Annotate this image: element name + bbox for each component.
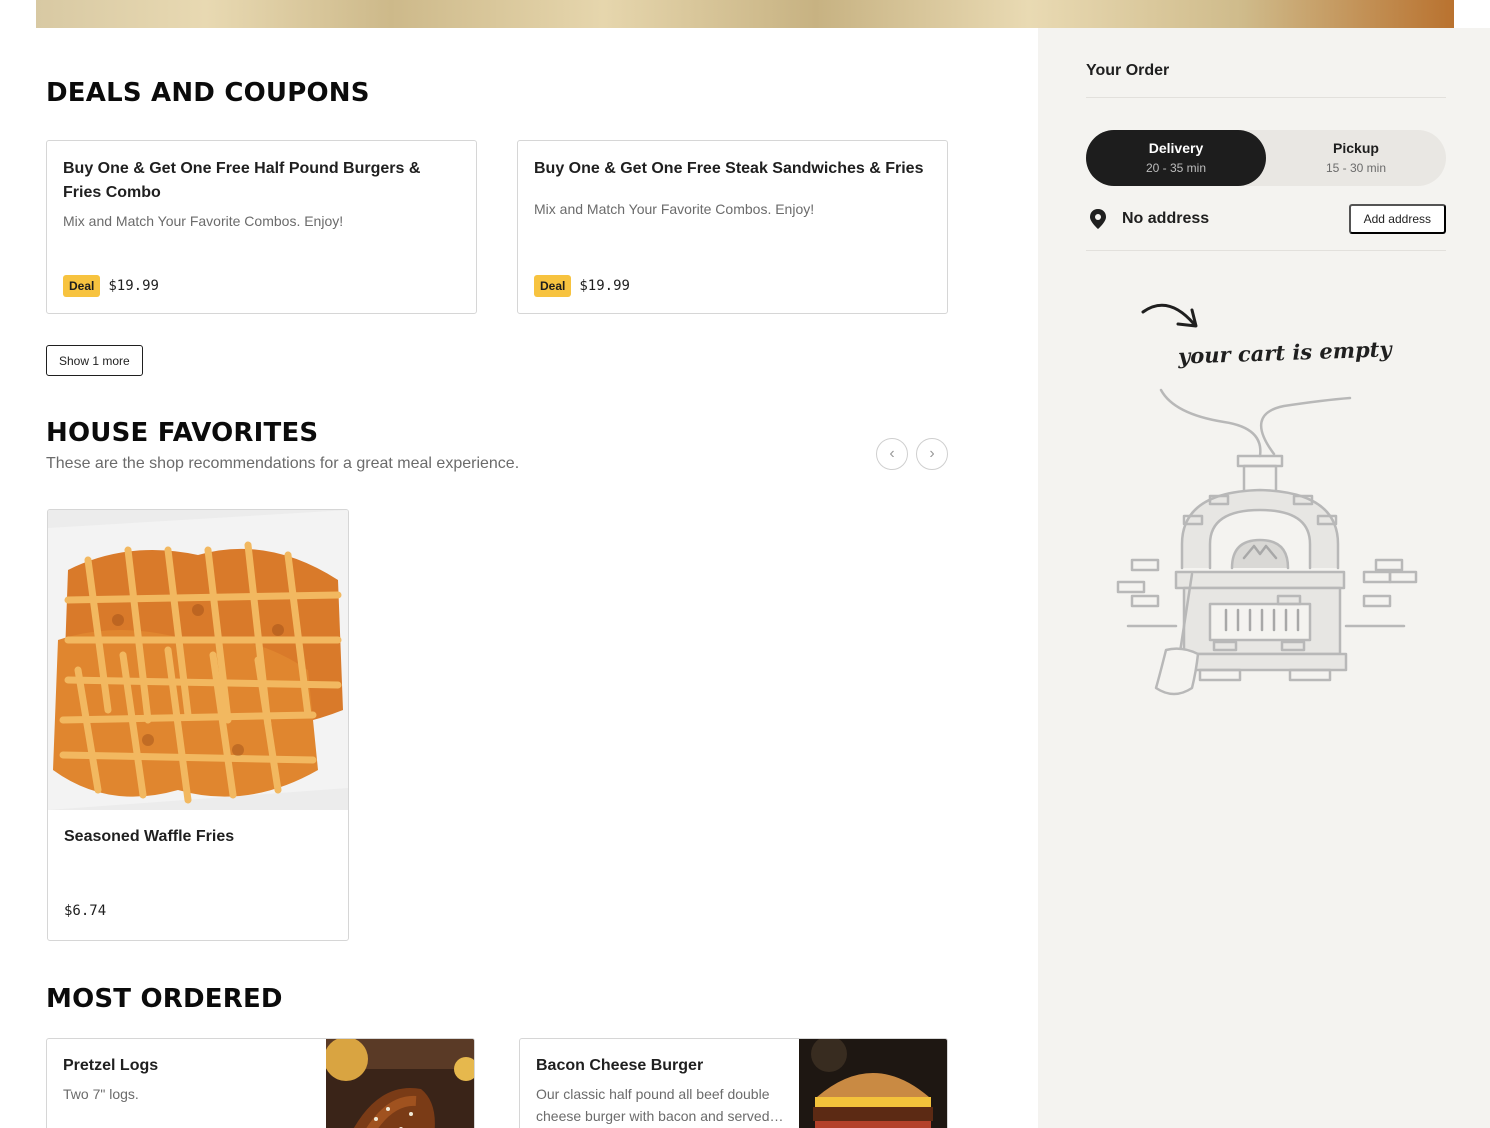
chevron-right-icon: › (929, 445, 935, 462)
deal-price: $19.99 (108, 278, 159, 294)
most-ordered-item-name: Pretzel Logs (63, 1057, 159, 1074)
delivery-time: 20 - 35 min (1145, 161, 1207, 175)
most-ordered-item-description: Two 7" logs. (63, 1086, 139, 1102)
menu-main: DEALS AND COUPONS Buy One & Get One Free… (0, 28, 1038, 1128)
most-ordered-item-description: Our classic half pound all beef double c… (536, 1086, 784, 1124)
deal-description: Mix and Match Your Favorite Combos. Enjo… (534, 201, 815, 217)
deal-footer: Deal $19.99 (534, 275, 630, 297)
deal-footer: Deal $19.99 (63, 275, 159, 297)
most-ordered-item-card[interactable]: Bacon Cheese Burger Our classic half pou… (519, 1038, 948, 1128)
deal-badge: Deal (63, 275, 101, 297)
add-address-button[interactable]: Add address (1348, 204, 1446, 234)
bacon-cheese-burger-image (799, 1039, 947, 1128)
pretzel-logs-image (326, 1039, 474, 1128)
your-order-title: Your Order (1086, 62, 1170, 79)
favorite-item-price: $6.74 (64, 903, 107, 919)
location-pin-icon (1088, 208, 1108, 235)
address-row: No address Add address (1086, 204, 1446, 234)
show-more-deals-button[interactable]: Show 1 more (46, 345, 143, 376)
divider (1086, 250, 1446, 251)
fulfillment-toggle: Delivery 20 - 35 min Pickup 15 - 30 min (1086, 130, 1446, 186)
delivery-option[interactable]: Delivery 20 - 35 min (1086, 130, 1266, 186)
most-ordered-item-card[interactable]: Pretzel Logs Two 7" logs. (46, 1038, 475, 1128)
hero-banner-image (36, 0, 1454, 28)
deal-title: Buy One & Get One Free Steak Sandwiches … (534, 160, 924, 177)
deal-price: $19.99 (579, 278, 630, 294)
pickup-label: Pickup (1333, 140, 1379, 156)
divider (1086, 97, 1446, 98)
carousel-next-button[interactable]: › (916, 438, 948, 470)
curved-arrow-icon (1140, 298, 1200, 335)
pizza-oven-illustration (1114, 384, 1418, 709)
address-text: No address (1122, 210, 1210, 227)
deal-card[interactable]: Buy One & Get One Free Half Pound Burger… (46, 140, 477, 314)
deal-description: Mix and Match Your Favorite Combos. Enjo… (63, 213, 344, 229)
pickup-option[interactable]: Pickup 15 - 30 min (1266, 130, 1446, 186)
deal-badge: Deal (534, 275, 572, 297)
most-ordered-section-title: MOST ORDERED (46, 984, 283, 1014)
deal-card[interactable]: Buy One & Get One Free Steak Sandwiches … (517, 140, 948, 314)
most-ordered-item-name: Bacon Cheese Burger (536, 1057, 704, 1074)
deals-section-title: DEALS AND COUPONS (46, 78, 370, 108)
favorite-item-name: Seasoned Waffle Fries (64, 828, 235, 845)
deal-title: Buy One & Get One Free Half Pound Burger… (63, 160, 421, 201)
empty-cart-message: your cart is empty (1177, 336, 1392, 369)
order-sidebar: Your Order Delivery 20 - 35 min Pickup 1… (1038, 28, 1490, 1128)
favorites-section-title: HOUSE FAVORITES (46, 418, 319, 448)
favorites-subtitle: These are the shop recommendations for a… (46, 455, 520, 472)
delivery-label: Delivery (1148, 140, 1204, 156)
waffle-fries-image (48, 510, 348, 810)
chevron-left-icon: ‹ (889, 445, 895, 462)
favorite-item-card[interactable]: Seasoned Waffle Fries $6.74 (47, 509, 349, 941)
carousel-prev-button[interactable]: ‹ (876, 438, 908, 470)
pickup-time: 15 - 30 min (1325, 161, 1387, 175)
